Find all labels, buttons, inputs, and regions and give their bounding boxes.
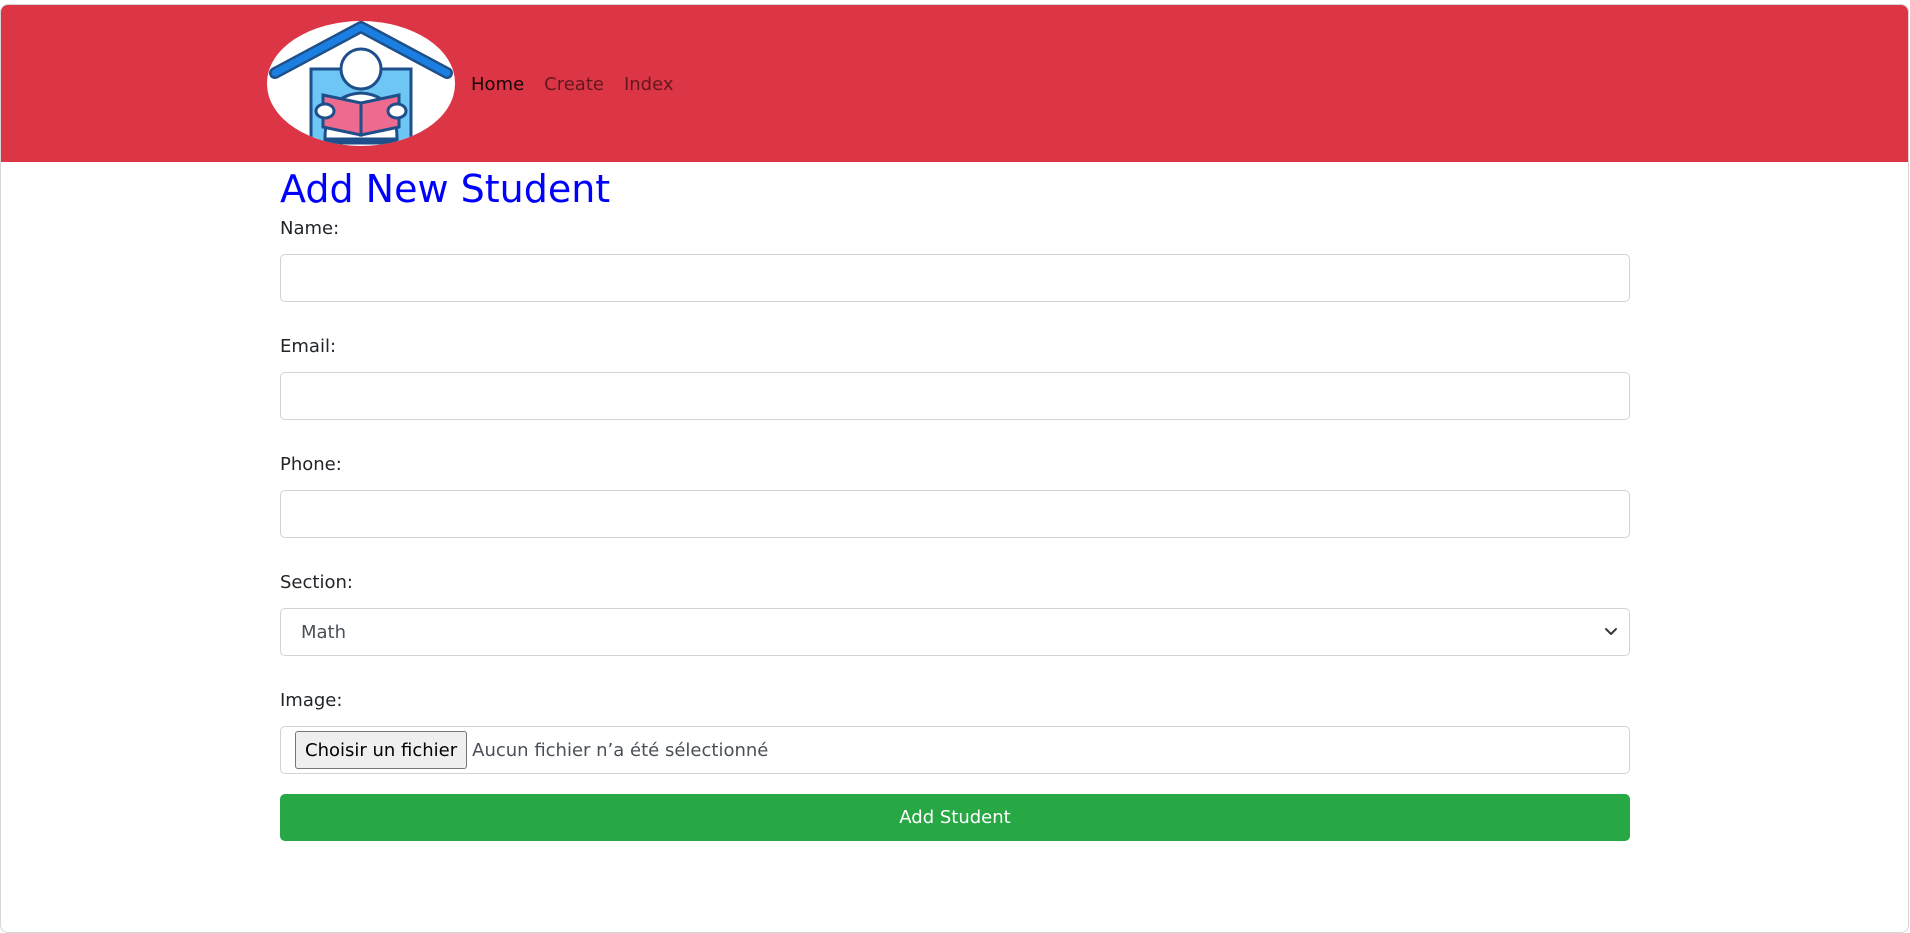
email-label: Email: xyxy=(280,336,337,357)
nav-index-link[interactable]: Index xyxy=(624,74,674,102)
nav-create-link[interactable]: Create xyxy=(544,74,604,102)
logo[interactable] xyxy=(267,21,455,146)
section-selected-value: Math xyxy=(301,621,347,643)
add-student-button[interactable]: Add Student xyxy=(280,794,1630,841)
nav-home-link[interactable]: Home xyxy=(471,74,524,102)
choose-file-button[interactable]: Choisir un fichier xyxy=(295,731,468,769)
name-input[interactable] xyxy=(280,254,1630,302)
phone-input[interactable] xyxy=(280,490,1630,538)
phone-label: Phone: xyxy=(280,454,342,475)
image-label: Image: xyxy=(280,690,343,711)
chevron-down-icon xyxy=(1605,628,1617,635)
section-label: Section: xyxy=(280,572,353,593)
image-file-input[interactable]: Choisir un fichier Aucun fichier n’a été… xyxy=(280,726,1630,774)
navbar: Home Create Index xyxy=(1,5,1908,162)
email-input[interactable] xyxy=(280,372,1630,420)
browser-viewport: Home Create Index Add New Student Name: … xyxy=(0,4,1909,933)
file-status-text: Aucun fichier n’a été sélectionné xyxy=(472,739,769,761)
nav-links: Home Create Index xyxy=(471,74,674,102)
student-form: Add New Student Name: Email: Phone: Sect… xyxy=(280,166,1630,841)
house-reader-logo-icon xyxy=(269,21,453,145)
section-select[interactable]: Math xyxy=(280,608,1630,656)
page-title: Add New Student xyxy=(280,167,611,211)
name-label: Name: xyxy=(280,218,340,239)
